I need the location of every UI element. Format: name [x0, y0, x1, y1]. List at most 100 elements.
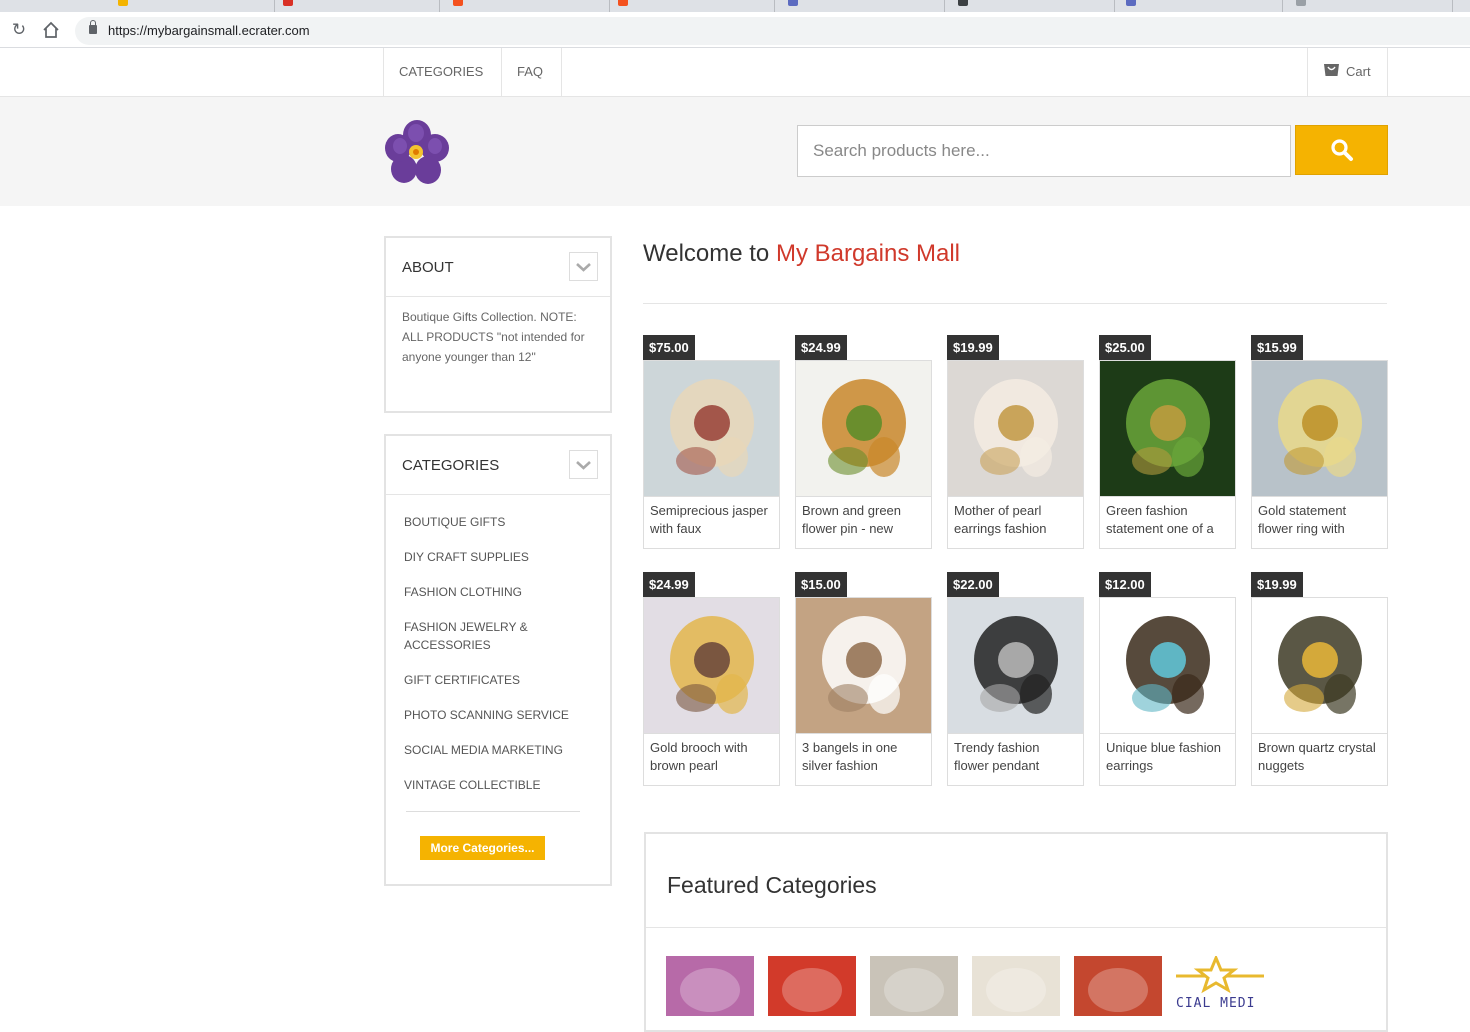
product-image[interactable]: [947, 360, 1084, 497]
product-image[interactable]: [795, 597, 932, 734]
nav-categories-dropdown[interactable]: CATEGORIES: [383, 48, 501, 123]
categories-panel: CATEGORIES BOUTIQUE GIFTS DIY CRAFT SUPP…: [384, 434, 612, 886]
category-gift-certificates[interactable]: GIFT CERTIFICATES: [386, 671, 610, 689]
chevron-down-icon: [576, 461, 591, 470]
product-title[interactable]: Green fashion statement one of a: [1099, 496, 1236, 549]
product-title[interactable]: Brown and green flower pin - new: [795, 496, 932, 549]
tab-favicon-icon: [958, 0, 968, 6]
search-input[interactable]: [797, 125, 1291, 177]
cart-icon: [1324, 64, 1339, 76]
nav-faq-label: FAQ: [517, 64, 544, 79]
product-card[interactable]: $75.00 Semiprecious jasper with faux: [643, 335, 780, 549]
about-toggle-button[interactable]: [569, 252, 598, 281]
reload-icon[interactable]: ↻: [9, 20, 29, 40]
product-price: $15.99: [1251, 335, 1303, 361]
browser-tab[interactable]: [610, 0, 775, 12]
home-icon[interactable]: [41, 20, 61, 40]
category-list: BOUTIQUE GIFTS DIY CRAFT SUPPLIES FASHIO…: [386, 495, 610, 812]
category-fashion-clothing[interactable]: FASHION CLOTHING: [386, 583, 610, 601]
star-icon: [1176, 956, 1264, 994]
product-title[interactable]: Gold brooch with brown pearl: [643, 733, 780, 786]
product-image[interactable]: [1251, 597, 1388, 734]
product-card[interactable]: $19.99 Mother of pearl earrings fashion: [947, 335, 1084, 549]
featured-category-thumb[interactable]: [666, 956, 754, 1016]
browser-tab[interactable]: [110, 0, 275, 12]
product-image[interactable]: [1099, 597, 1236, 734]
featured-category-thumb[interactable]: [1074, 956, 1162, 1016]
url-omnibox[interactable]: https://mybargainsmall.ecrater.com: [75, 17, 1470, 45]
category-fashion-jewelry[interactable]: FASHION JEWELRY & ACCESSORIES: [386, 618, 546, 654]
product-image[interactable]: [1251, 360, 1388, 497]
search-button[interactable]: [1295, 125, 1388, 175]
product-card[interactable]: $24.99 Gold brooch with brown pearl: [643, 572, 780, 786]
product-image[interactable]: [643, 360, 780, 497]
product-card[interactable]: $25.00 Green fashion statement one of a: [1099, 335, 1236, 549]
product-card[interactable]: $22.00 Trendy fashion flower pendant: [947, 572, 1084, 786]
product-price: $25.00: [1099, 335, 1151, 361]
product-title[interactable]: Trendy fashion flower pendant: [947, 733, 1084, 786]
url-text: https://mybargainsmall.ecrater.com: [108, 23, 310, 38]
categories-title: CATEGORIES: [402, 457, 500, 474]
browser-tab[interactable]: [780, 0, 945, 12]
category-boutique-gifts[interactable]: BOUTIQUE GIFTS: [386, 513, 610, 531]
product-card[interactable]: $24.99 Brown and green flower pin - new: [795, 335, 932, 549]
lock-icon: [89, 20, 97, 34]
shop-name: My Bargains Mall: [775, 240, 961, 267]
tab-favicon-icon: [283, 0, 293, 6]
product-card[interactable]: $19.99 Brown quartz crystal nuggets: [1251, 572, 1388, 786]
product-card[interactable]: $15.00 3 bangels in one silver fashion: [795, 572, 932, 786]
cart-link[interactable]: Cart: [1307, 48, 1388, 96]
category-vintage-collectible[interactable]: VINTAGE COLLECTIBLE: [386, 776, 610, 794]
site-header: [0, 97, 1470, 206]
product-title[interactable]: 3 bangels in one silver fashion: [795, 733, 932, 786]
product-price: $19.99: [947, 335, 999, 361]
product-title[interactable]: Semiprecious jasper with faux: [643, 496, 780, 549]
browser-tab[interactable]: [445, 0, 610, 12]
product-card[interactable]: $12.00 Unique blue fashion earrings: [1099, 572, 1236, 786]
chevron-down-icon: [576, 263, 591, 272]
about-text: Boutique Gifts Collection. NOTE: ALL PRO…: [402, 310, 585, 364]
product-image[interactable]: [795, 360, 932, 497]
featured-title: Featured Categories: [667, 872, 877, 898]
about-title: ABOUT: [402, 259, 454, 276]
featured-category-thumb[interactable]: CIAL MEDI: [1176, 956, 1264, 1016]
site-top-nav: CATEGORIES FAQ Cart: [0, 48, 1470, 123]
featured-category-thumb[interactable]: [870, 956, 958, 1016]
tab-favicon-icon: [788, 0, 798, 6]
more-categories-button[interactable]: More Categories...: [420, 836, 545, 860]
featured-category-thumb[interactable]: [768, 956, 856, 1016]
product-price: $15.00: [795, 572, 847, 598]
product-price: $24.99: [795, 335, 847, 361]
tab-favicon-icon: [1296, 0, 1306, 6]
categories-panel-header: CATEGORIES: [386, 436, 610, 495]
category-social-media-marketing[interactable]: SOCIAL MEDIA MARKETING: [386, 741, 610, 759]
welcome-prefix: Welcome to: [643, 240, 770, 267]
browser-tab[interactable]: [275, 0, 440, 12]
product-card[interactable]: $15.99 Gold statement flower ring with: [1251, 335, 1388, 549]
category-diy-craft-supplies[interactable]: DIY CRAFT SUPPLIES: [386, 548, 610, 566]
nav-faq-link[interactable]: FAQ: [501, 48, 562, 96]
featured-category-thumb[interactable]: [972, 956, 1060, 1016]
categories-toggle-button[interactable]: [569, 450, 598, 479]
browser-tab[interactable]: [1288, 0, 1453, 12]
category-photo-scanning[interactable]: PHOTO SCANNING SERVICE: [386, 706, 610, 724]
product-image[interactable]: [947, 597, 1084, 734]
tab-favicon-icon: [118, 0, 128, 6]
product-image[interactable]: [643, 597, 780, 734]
product-title[interactable]: Mother of pearl earrings fashion: [947, 496, 1084, 549]
product-title[interactable]: Unique blue fashion earrings: [1099, 733, 1236, 786]
product-price: $12.00: [1099, 572, 1151, 598]
page-title: Welcome to My Bargains Mall: [643, 240, 960, 268]
product-title[interactable]: Gold statement flower ring with: [1251, 496, 1388, 549]
about-panel-header: ABOUT: [386, 238, 610, 297]
browser-tab[interactable]: [1118, 0, 1283, 12]
browser-address-bar: ↻ https://mybargainsmall.ecrater.com: [0, 12, 1470, 48]
browser-tab-strip: [0, 0, 1470, 12]
tab-favicon-icon: [1126, 0, 1136, 6]
product-image[interactable]: [1099, 360, 1236, 497]
product-title[interactable]: Brown quartz crystal nuggets: [1251, 733, 1388, 786]
about-panel: ABOUT Boutique Gifts Collection. NOTE: A…: [384, 236, 612, 413]
flower-logo[interactable]: [383, 119, 451, 187]
tab-favicon-icon: [453, 0, 463, 6]
browser-tab[interactable]: [950, 0, 1115, 12]
